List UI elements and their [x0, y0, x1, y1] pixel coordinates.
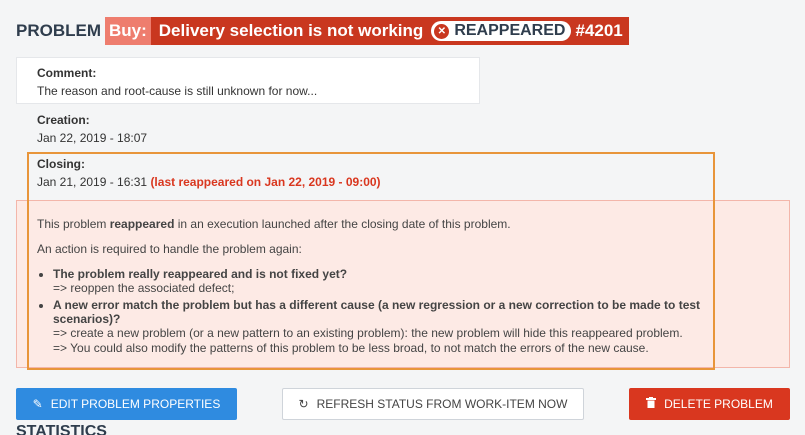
closing-date: Jan 21, 2019 - 16:31 — [37, 175, 148, 189]
option-title: A new error match the problem but has a … — [53, 298, 701, 326]
reappeared-warning: This problem reappeared in an execution … — [16, 200, 790, 368]
edit-problem-button[interactable]: ✎ EDIT PROBLEM PROPERTIES — [16, 388, 237, 420]
warning-intro-suffix: in an execution launched after the closi… — [174, 217, 511, 231]
status-badge: ✕ REAPPEARED — [431, 21, 572, 41]
comment-text: The reason and root-cause is still unkno… — [37, 84, 318, 98]
closing-value: Jan 21, 2019 - 16:31 (last reappeared on… — [37, 175, 381, 189]
closing-label: Closing: — [37, 157, 85, 171]
option-detail: => You could also modify the patterns of… — [53, 341, 649, 355]
list-item: The problem really reappeared and is not… — [53, 267, 769, 296]
problem-header: PROBLEM Buy: Delivery selection is not w… — [16, 17, 629, 45]
creation-section: Creation: Jan 22, 2019 - 18:07 — [37, 113, 147, 145]
warning-action: An action is required to handle the prob… — [37, 242, 302, 256]
problem-title-block: Buy: Delivery selection is not working ✕… — [105, 17, 629, 45]
functionality-tag: Buy: — [105, 17, 151, 45]
status-label: REAPPEARED — [454, 22, 566, 39]
option-title: The problem really reappeared and is not… — [53, 267, 348, 281]
creation-date: Jan 22, 2019 - 18:07 — [37, 131, 148, 145]
warning-options: The problem really reappeared and is not… — [53, 267, 769, 356]
delete-problem-label: DELETE PROBLEM — [664, 397, 773, 411]
option-detail: => reoppen the associated defect; — [53, 281, 235, 295]
comment-label: Comment: — [37, 66, 97, 80]
statistics-heading: STATISTICS — [16, 423, 107, 435]
problem-heading: PROBLEM — [16, 21, 101, 40]
refresh-icon: ↻ — [298, 397, 309, 411]
comment-box: Comment: The reason and root-cause is st… — [16, 57, 480, 104]
refresh-status-label: REFRESH STATUS FROM WORK-ITEM NOW — [316, 397, 568, 411]
option-detail: => create a new problem (or a new patter… — [53, 326, 683, 340]
list-item: A new error match the problem but has a … — [53, 298, 769, 356]
ticket-number[interactable]: #4201 — [575, 21, 628, 41]
warning-intro: This problem reappeared in an execution … — [37, 217, 769, 231]
delete-problem-button[interactable]: DELETE PROBLEM — [629, 388, 790, 420]
closing-section: Closing: Jan 21, 2019 - 16:31 (last reap… — [37, 157, 381, 189]
creation-label: Creation: — [37, 113, 90, 127]
problem-title: Delivery selection is not working — [158, 21, 424, 40]
warning-intro-bold: reappeared — [109, 217, 175, 231]
refresh-status-button[interactable]: ↻ REFRESH STATUS FROM WORK-ITEM NOW — [282, 388, 584, 420]
last-reappeared: (last reappeared on Jan 22, 2019 - 09:00… — [150, 175, 381, 189]
warning-intro-prefix: This problem — [37, 217, 110, 231]
edit-problem-label: EDIT PROBLEM PROPERTIES — [50, 397, 221, 411]
close-circle-icon: ✕ — [434, 23, 450, 39]
pencil-icon: ✎ — [32, 397, 43, 411]
trash-icon — [646, 397, 657, 411]
